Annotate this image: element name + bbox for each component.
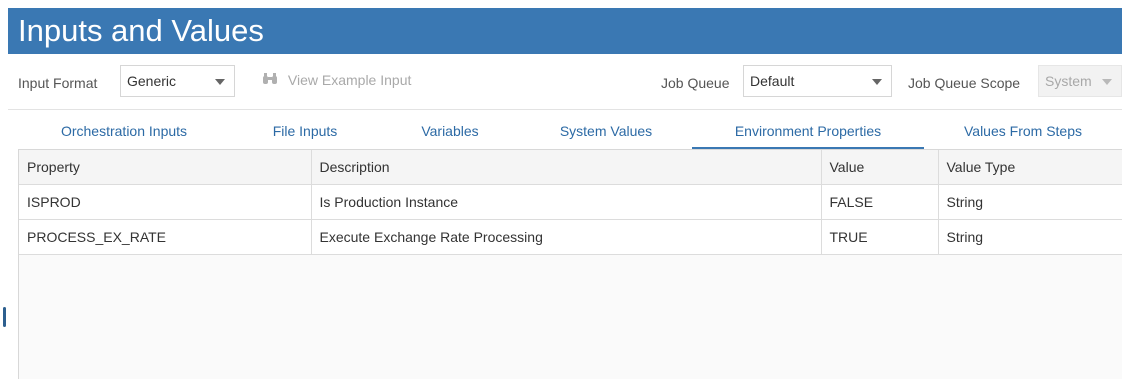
description-cell: Execute Exchange Rate Processing xyxy=(311,219,822,255)
job-queue-value: Default xyxy=(750,73,795,89)
tab-system-values[interactable]: System Values xyxy=(520,114,692,149)
binoculars-icon xyxy=(262,72,278,86)
side-panel-marker[interactable] xyxy=(3,307,6,327)
tab-environment-properties[interactable]: Environment Properties xyxy=(692,114,924,149)
chevron-down-icon xyxy=(872,79,882,85)
job-queue-scope-select[interactable]: System xyxy=(1038,65,1122,97)
value-type-cell: String xyxy=(938,219,1122,255)
table-row[interactable]: ISPROD Is Production Instance FALSE Stri… xyxy=(19,184,1122,220)
job-queue-label: Job Queue xyxy=(661,75,730,91)
input-format-label: Input Format xyxy=(18,75,98,91)
tab-values-from-steps[interactable]: Values From Steps xyxy=(924,114,1122,149)
value-cell[interactable]: TRUE xyxy=(821,219,939,255)
page-title: Inputs and Values xyxy=(8,8,1122,54)
description-cell: Is Production Instance xyxy=(311,184,822,220)
value-cell[interactable]: FALSE xyxy=(821,184,939,220)
column-header-value-type[interactable]: Value Type xyxy=(938,150,1122,185)
job-queue-scope-label: Job Queue Scope xyxy=(908,75,1021,91)
input-format-value: Generic xyxy=(127,73,177,89)
page: Inputs and Values Input Format Generic V… xyxy=(0,0,1122,379)
tab-variables[interactable]: Variables xyxy=(380,114,520,149)
toolbar: Input Format Generic View Example Input … xyxy=(8,56,1122,110)
input-format-select[interactable]: Generic xyxy=(120,65,235,97)
job-queue-select[interactable]: Default xyxy=(743,65,892,97)
tab-file-inputs[interactable]: File Inputs xyxy=(230,114,380,149)
view-example-input-link[interactable]: View Example Input xyxy=(262,72,411,92)
chevron-down-icon xyxy=(215,79,225,85)
tab-orchestration-inputs[interactable]: Orchestration Inputs xyxy=(18,114,230,149)
table-header-row: Property Description Value Value Type xyxy=(19,150,1122,185)
property-cell: ISPROD xyxy=(19,184,312,220)
view-example-input-label: View Example Input xyxy=(287,72,412,88)
column-header-value[interactable]: Value xyxy=(821,150,939,185)
property-cell: PROCESS_EX_RATE xyxy=(19,219,312,255)
value-type-cell: String xyxy=(938,184,1122,220)
column-header-description[interactable]: Description xyxy=(311,150,822,185)
column-header-property[interactable]: Property xyxy=(19,150,312,185)
chevron-down-icon xyxy=(1102,79,1112,85)
environment-properties-table: Property Description Value Value Type IS… xyxy=(18,149,1122,379)
table-row[interactable]: PROCESS_EX_RATE Execute Exchange Rate Pr… xyxy=(19,219,1122,255)
tab-bar: Orchestration Inputs File Inputs Variabl… xyxy=(18,114,1122,149)
job-queue-scope-value: System xyxy=(1045,73,1092,89)
